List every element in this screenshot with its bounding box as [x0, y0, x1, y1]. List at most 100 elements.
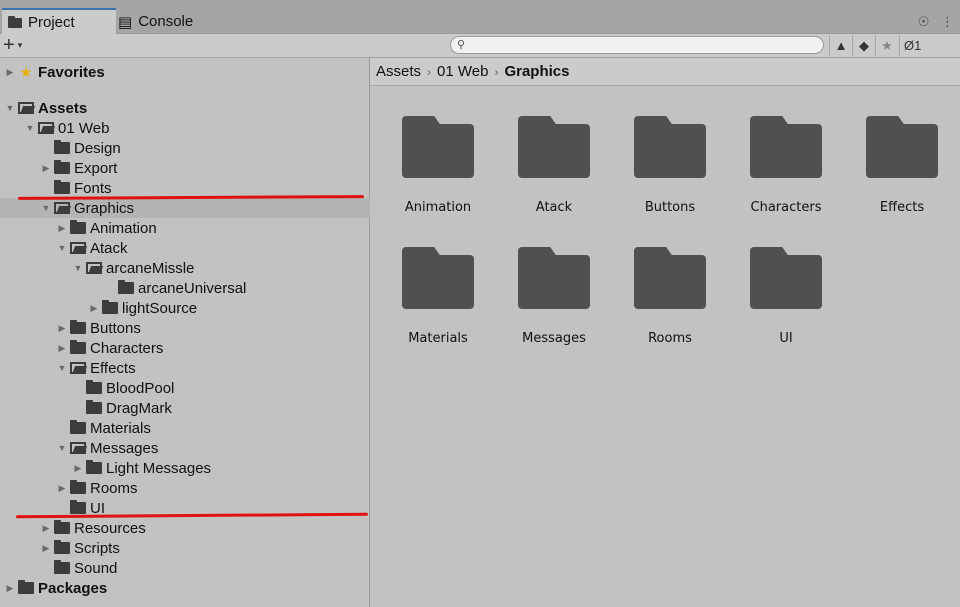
tree-item-atack[interactable]: ▼ Atack — [0, 238, 421, 258]
tree-item-01-web[interactable]: ▼ 01 Web — [0, 118, 389, 138]
tree-item-favorites[interactable]: ▶ ★ Favorites — [0, 62, 369, 82]
tree-item-effects[interactable]: ▼ Effects — [0, 358, 421, 378]
search-field[interactable]: ⚲ — [450, 36, 824, 54]
search-icon: ⚲ — [457, 39, 466, 51]
folder-icon — [634, 247, 706, 309]
hidden-packages-button[interactable]: Ø 1 — [899, 35, 960, 56]
tree-item-sound[interactable]: Sound — [0, 558, 421, 578]
folder-icon — [750, 116, 822, 178]
folder-contents: Assets › 01 Web › Graphics Animation Ata… — [370, 58, 960, 607]
chevron-right-icon[interactable]: ▶ — [4, 583, 16, 594]
tree-label: arcaneUniversal — [138, 279, 247, 297]
folder-icon — [750, 247, 822, 309]
folder-tile-effects[interactable]: Effects — [846, 116, 956, 226]
folder-icon — [8, 15, 22, 28]
tree-item-design[interactable]: Design — [0, 138, 421, 158]
create-button[interactable]: + ▾ — [3, 34, 22, 57]
tree-item-buttons[interactable]: ▶ Buttons — [0, 318, 421, 338]
console-icon: ▤ — [118, 13, 133, 31]
folder-icon — [86, 400, 102, 414]
tab-bar: Project ▤ Console ☉ ⋮ — [0, 0, 960, 35]
tree-item-assets[interactable]: ▼ Assets — [0, 98, 369, 118]
tree-item-rooms[interactable]: ▶ Rooms — [0, 478, 421, 498]
chevron-right-icon[interactable]: ▶ — [40, 543, 52, 554]
folder-icon — [54, 140, 70, 154]
star-icon: ★ — [19, 63, 33, 80]
chevron-right-icon[interactable]: ▶ — [56, 343, 68, 354]
search-input[interactable] — [471, 38, 811, 52]
tag-icon: ◆ — [859, 37, 869, 53]
tree-item-scripts[interactable]: ▶ Scripts — [0, 538, 405, 558]
folder-icon — [70, 340, 86, 354]
hidden-count: 1 — [914, 38, 922, 53]
folder-tile-characters[interactable]: Characters — [730, 116, 840, 226]
search-by-type-button[interactable]: ▲ — [829, 35, 852, 56]
folder-icon — [118, 280, 134, 294]
chevron-right-icon[interactable]: ▶ — [56, 323, 68, 334]
chevron-right-icon[interactable]: ▶ — [56, 483, 68, 494]
tree-label: BloodPool — [106, 379, 175, 397]
folder-tile-materials[interactable]: Materials — [382, 247, 492, 357]
folder-icon — [402, 247, 474, 309]
tree-item-characters[interactable]: ▶ Characters — [0, 338, 421, 358]
tree-label: Assets — [38, 99, 88, 117]
tree-label: Characters — [90, 339, 164, 357]
tree-label: Graphics — [74, 199, 135, 217]
chevron-right-icon[interactable]: ▶ — [40, 163, 52, 174]
breadcrumb-assets[interactable]: Assets — [376, 63, 421, 80]
chevron-down-icon[interactable]: ▼ — [4, 103, 16, 113]
folder-icon — [634, 116, 706, 178]
lock-menu-icons[interactable]: ☉ ⋮ — [918, 14, 958, 30]
chevron-down-icon[interactable]: ▼ — [40, 203, 52, 213]
folder-tile-atack[interactable]: Atack — [498, 116, 608, 226]
chevron-down-icon[interactable]: ▼ — [24, 123, 36, 133]
tree-item-export[interactable]: ▶ Export — [0, 158, 405, 178]
folder-icon — [518, 116, 590, 178]
tree-item-packages[interactable]: ▶ Packages — [0, 578, 369, 598]
chevron-right-icon: › — [494, 64, 499, 79]
folder-tile-buttons[interactable]: Buttons — [614, 116, 724, 226]
tree-item-graphics[interactable]: ▼ Graphics — [0, 198, 405, 218]
tile-label: Atack — [535, 200, 573, 215]
chevron-right-icon: › — [427, 64, 432, 79]
tree-label: Rooms — [90, 479, 138, 497]
tree-label: Buttons — [90, 319, 141, 337]
chevron-down-icon[interactable]: ▼ — [72, 263, 84, 273]
chevron-right-icon[interactable]: ▶ — [40, 523, 52, 534]
tile-label: Characters — [750, 200, 822, 215]
search-by-label-button[interactable]: ◆ — [852, 35, 875, 56]
chevron-down-icon[interactable]: ▼ — [56, 363, 68, 373]
folder-icon — [86, 380, 102, 394]
breadcrumb-graphics[interactable]: Graphics — [504, 63, 569, 80]
tree-label: Export — [74, 159, 118, 177]
project-toolbar: + ▾ ⚲ ▲ ◆ ★ Ø 1 — [0, 34, 960, 58]
folder-tile-rooms[interactable]: Rooms — [614, 247, 724, 357]
tree-item-messages[interactable]: ▼ Messages — [0, 438, 421, 458]
chevron-right-icon[interactable]: ▶ — [56, 223, 68, 234]
favorites-button[interactable]: ★ — [875, 35, 898, 56]
tab-project[interactable]: Project — [2, 8, 116, 35]
chevron-down-icon[interactable]: ▼ — [56, 443, 68, 453]
folder-tile-ui[interactable]: UI — [730, 247, 840, 357]
folder-icon — [70, 500, 86, 514]
chevron-right-icon[interactable]: ▶ — [88, 303, 100, 314]
folder-open-icon — [38, 122, 54, 134]
folder-tile-messages[interactable]: Messages — [498, 247, 608, 357]
folder-tile-animation[interactable]: Animation — [382, 116, 492, 226]
tree-label: Fonts — [74, 179, 112, 197]
star-icon: ★ — [881, 37, 893, 53]
chevron-down-icon[interactable]: ▼ — [56, 243, 68, 253]
tree-item-resources[interactable]: ▶ Resources — [0, 518, 405, 538]
tree-label: Resources — [74, 519, 146, 537]
folder-icon — [54, 180, 70, 194]
tree-item-animation[interactable]: ▶ Animation — [0, 218, 421, 238]
tab-console-label: Console — [138, 13, 194, 30]
folder-tree: ▶ ★ Favorites ▼ Assets ▼ 01 Web Design ▶… — [0, 58, 405, 607]
chevron-right-icon[interactable]: ▶ — [4, 67, 16, 78]
chevron-right-icon[interactable]: ▶ — [72, 463, 84, 474]
tree-label: Light Messages — [106, 459, 212, 477]
folder-icon — [518, 247, 590, 309]
eye-slash-icon: Ø — [904, 38, 915, 53]
tab-console[interactable]: ▤ Console — [112, 10, 203, 33]
breadcrumb-01-web[interactable]: 01 Web — [437, 63, 488, 80]
